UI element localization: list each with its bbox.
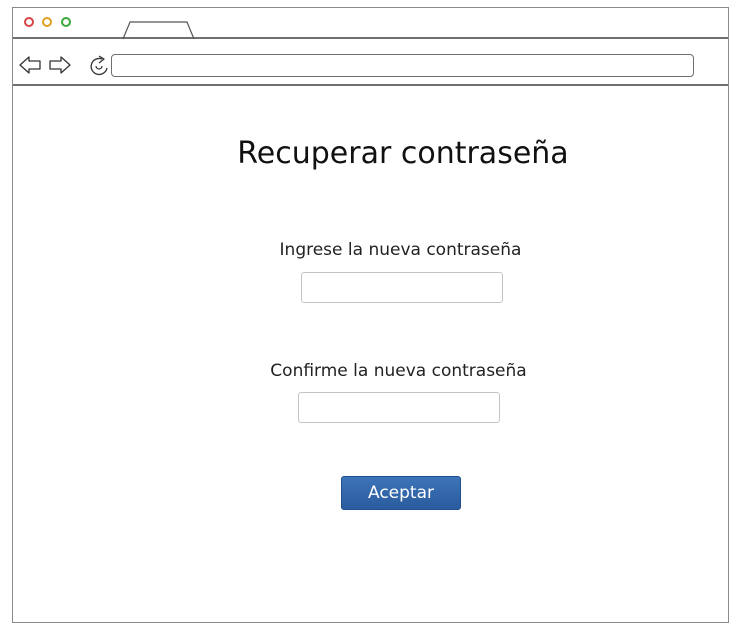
page-content: Recuperar contraseña Ingrese la nueva co…	[13, 86, 728, 622]
browser-tab[interactable]	[123, 21, 195, 40]
page-title: Recuperar contraseña	[237, 136, 569, 171]
browser-window: Recuperar contraseña Ingrese la nueva co…	[12, 7, 729, 623]
reload-icon[interactable]	[88, 55, 112, 77]
back-arrow-icon[interactable]	[18, 54, 42, 76]
accept-button[interactable]: Aceptar	[341, 476, 461, 510]
confirm-password-field[interactable]	[298, 392, 500, 423]
new-password-field[interactable]	[301, 272, 503, 303]
maximize-window-icon[interactable]	[61, 17, 71, 27]
confirm-password-label: Confirme la nueva contraseña	[270, 361, 527, 381]
title-bar	[13, 8, 728, 40]
forward-arrow-icon[interactable]	[48, 54, 72, 76]
address-bar[interactable]	[111, 54, 694, 77]
close-window-icon[interactable]	[24, 17, 34, 27]
navigation-bar	[13, 39, 728, 86]
new-password-label: Ingrese la nueva contraseña	[279, 240, 522, 260]
minimize-window-icon[interactable]	[42, 17, 52, 27]
